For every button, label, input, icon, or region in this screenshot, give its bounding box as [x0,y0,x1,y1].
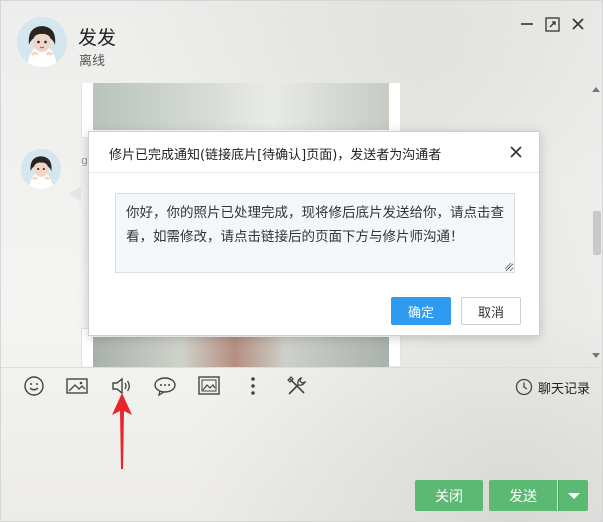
bubble-tail [69,186,81,202]
contact-avatar[interactable] [17,17,67,67]
photo-thumbnail[interactable] [93,83,389,130]
chevron-down-icon [567,492,580,499]
screenshot-icon [66,378,88,394]
image-message[interactable] [81,83,401,138]
chat-bubble-button[interactable] [153,374,177,398]
input-toolbar: 聊天记录 [1,367,602,403]
tools-button[interactable] [285,374,309,398]
chat-history-link[interactable]: 聊天记录 [515,377,590,397]
chat-header: 发发 离线 [1,1,602,83]
emoji-button[interactable] [22,374,46,398]
scroll-up-arrow-icon[interactable] [592,87,600,92]
close-icon [510,146,522,158]
message-input[interactable] [1,403,602,473]
tools-icon [287,376,307,395]
dialog-close-button[interactable] [507,143,525,161]
screenshot-button[interactable] [65,374,89,398]
notification-dialog: 修片已完成通知(链接底片[待确认]页面)，发送者为沟通者 你好，你的照片已处理完… [88,131,540,336]
scroll-thumb[interactable] [593,211,601,255]
maximize-button[interactable] [543,15,561,33]
emoji-icon [24,376,44,396]
minimize-button[interactable] [518,15,536,33]
resize-grip-icon[interactable] [504,262,512,270]
contact-name: 发发 [78,27,117,49]
confirm-button[interactable]: 确定 [391,297,451,325]
minimize-icon [521,23,533,25]
photo-thumbnail[interactable] [93,337,389,367]
red-arrow-annotation-icon [112,393,132,469]
chat-history-label: 聊天记录 [537,381,590,397]
dialog-message: 你好，你的照片已处理完成，现将修后底片发送给你，请点击查看，如需修改，请点击链接… [126,205,504,245]
send-options-button[interactable] [558,480,588,511]
dialog-message-textarea[interactable]: 你好，你的照片已处理完成，现将修后底片发送给你，请点击查看，如需修改，请点击链接… [115,193,515,273]
scroll-down-arrow-icon[interactable] [592,353,600,358]
sender-id: g [81,154,88,167]
chat-window: 发发 离线 g 聊天记录 关闭 发送 修片已完成通知(链接底片[待确认]页面)，… [0,0,603,522]
close-icon [572,18,584,30]
maximize-icon [544,16,560,32]
more-icon [251,377,255,395]
message-avatar[interactable] [21,149,61,189]
clock-icon [515,378,533,396]
dialog-divider [89,172,539,173]
image-icon [198,376,220,395]
send-button[interactable]: 发送 [489,480,557,511]
image-button[interactable] [197,374,221,398]
more-button[interactable] [241,374,265,398]
close-window-button[interactable] [569,15,587,33]
close-button[interactable]: 关闭 [415,480,483,511]
dialog-title: 修片已完成通知(链接底片[待确认]页面)，发送者为沟通者 [109,148,442,163]
bubble-icon [154,377,176,397]
cancel-button[interactable]: 取消 [461,297,521,325]
contact-status: 离线 [79,54,106,69]
